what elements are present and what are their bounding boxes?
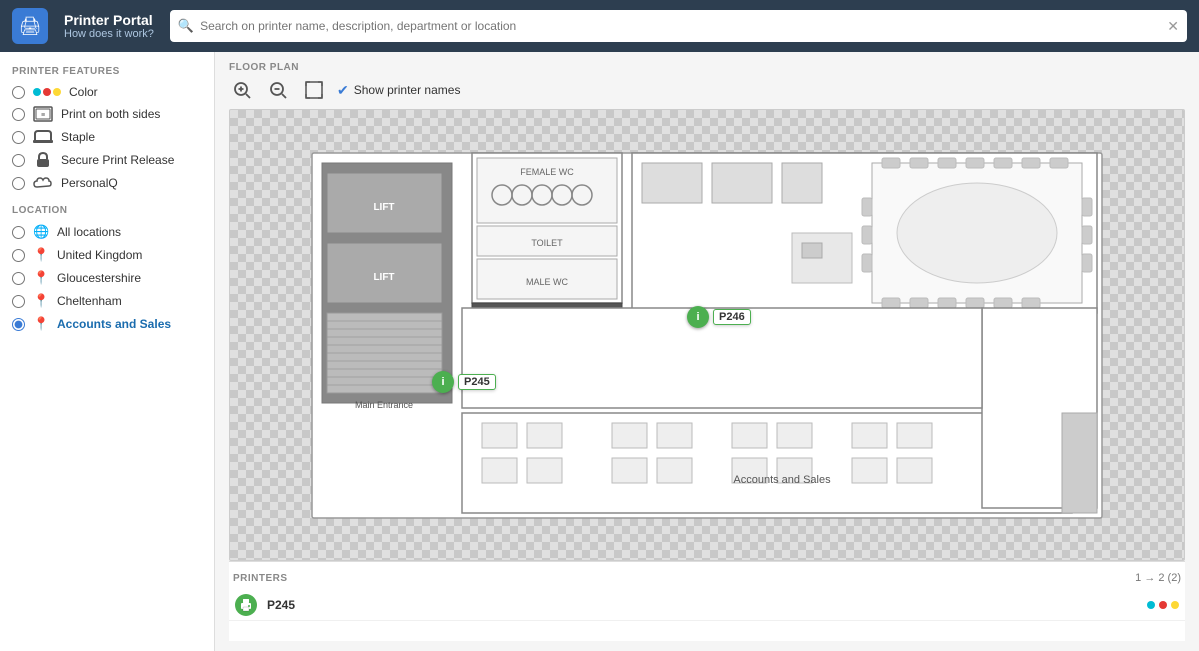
feature-staple-radio[interactable] bbox=[12, 131, 25, 144]
location-all-label: All locations bbox=[57, 225, 121, 239]
location-gloucestershire-label: Gloucestershire bbox=[57, 271, 141, 285]
staple-icon bbox=[33, 129, 53, 145]
location-all-radio[interactable] bbox=[12, 226, 25, 239]
svg-text:MALE WC: MALE WC bbox=[526, 277, 569, 287]
pin-filled-icon: 📍 bbox=[33, 316, 49, 332]
main-layout: PRINTER FEATURES Color ≡ Print on both s… bbox=[0, 52, 1199, 651]
dot-cyan bbox=[33, 88, 41, 96]
show-names-label: Show printer names bbox=[354, 83, 461, 97]
printer-row-p245[interactable]: P245 bbox=[229, 590, 1185, 621]
location-gloucestershire-radio[interactable] bbox=[12, 272, 25, 285]
feature-staple-label: Staple bbox=[61, 130, 95, 144]
show-names-toggle[interactable]: ✔ Show printer names bbox=[337, 82, 460, 99]
floorplan-label: FLOOR PLAN bbox=[229, 62, 1185, 73]
svg-text:Accounts and Sales: Accounts and Sales bbox=[733, 474, 831, 486]
globe-icon: 🌐 bbox=[33, 224, 49, 240]
location-uk[interactable]: 📍 United Kingdom bbox=[12, 247, 202, 263]
printers-count: 1 → 2 (2) bbox=[1135, 572, 1181, 584]
location-accounts[interactable]: 📍 Accounts and Sales bbox=[12, 316, 202, 332]
zoom-in-button[interactable] bbox=[229, 79, 255, 101]
svg-text:FEMALE WC: FEMALE WC bbox=[520, 167, 574, 177]
content-area: FLOOR PLAN bbox=[215, 52, 1199, 651]
printer-dot-red bbox=[1159, 601, 1167, 609]
svg-text:LIFT: LIFT bbox=[373, 202, 394, 213]
feature-secure[interactable]: Secure Print Release bbox=[12, 152, 202, 168]
printers-header: PRINTERS 1 → 2 (2) bbox=[229, 572, 1185, 590]
floorplan-container[interactable]: LIFT LIFT bbox=[229, 109, 1185, 561]
floorplan-svg-wrap: LIFT LIFT bbox=[302, 143, 1112, 528]
check-icon: ✔ bbox=[337, 82, 349, 99]
feature-staple[interactable]: Staple bbox=[12, 129, 202, 145]
location-cheltenham-radio[interactable] bbox=[12, 295, 25, 308]
feature-color[interactable]: Color bbox=[12, 85, 202, 99]
location-all[interactable]: 🌐 All locations bbox=[12, 224, 202, 240]
location-uk-radio[interactable] bbox=[12, 249, 25, 262]
pin-icon: 📍 bbox=[33, 247, 49, 263]
printer-marker-p246[interactable]: i P246 bbox=[687, 306, 751, 328]
printer-marker-p245[interactable]: i P245 bbox=[432, 371, 496, 393]
floorplan-outer: LIFT LIFT bbox=[230, 110, 1184, 560]
printers-label: PRINTERS bbox=[233, 573, 288, 584]
printer-marker-label-p246: P246 bbox=[713, 309, 751, 325]
feature-personalq[interactable]: PersonalQ bbox=[12, 175, 202, 191]
sidebar: PRINTER FEATURES Color ≡ Print on both s… bbox=[0, 52, 215, 651]
duplex-icon: ≡ bbox=[33, 106, 53, 122]
dot-yellow bbox=[53, 88, 61, 96]
printers-section: PRINTERS 1 → 2 (2) P245 bbox=[229, 561, 1185, 641]
pin-icon-3: 📍 bbox=[33, 293, 49, 309]
printer-marker-icon-p246: i bbox=[687, 306, 709, 328]
printer-marker-label-p245: P245 bbox=[458, 374, 496, 390]
location-cheltenham[interactable]: 📍 Cheltenham bbox=[12, 293, 202, 309]
pin-icon-2: 📍 bbox=[33, 270, 49, 286]
location-cheltenham-label: Cheltenham bbox=[57, 294, 122, 308]
feature-duplex-radio[interactable] bbox=[12, 108, 25, 121]
search-bar[interactable]: 🔍 ✕ bbox=[170, 10, 1187, 42]
svg-text:≡: ≡ bbox=[41, 112, 45, 119]
location-accounts-label: Accounts and Sales bbox=[57, 317, 171, 331]
printer-marker-icon-p245: i bbox=[432, 371, 454, 393]
zoom-out-button[interactable] bbox=[265, 79, 291, 101]
floorplan-svg: LIFT LIFT bbox=[302, 143, 1112, 528]
printer-name-p245: P245 bbox=[267, 598, 1137, 612]
feature-duplex[interactable]: ≡ Print on both sides bbox=[12, 106, 202, 122]
feature-color-radio[interactable] bbox=[12, 86, 25, 99]
svg-text:LIFT: LIFT bbox=[373, 272, 394, 283]
cloud-icon bbox=[33, 175, 53, 191]
feature-personalq-label: PersonalQ bbox=[61, 176, 118, 190]
app-logo: 🖨 bbox=[12, 8, 48, 44]
printer-dot-yellow bbox=[1171, 601, 1179, 609]
printers-list: P245 bbox=[229, 590, 1185, 621]
color-dots bbox=[33, 88, 61, 96]
fit-button[interactable] bbox=[301, 79, 327, 101]
app-subtitle: How does it work? bbox=[64, 28, 154, 40]
floorplan-toolbar: ✔ Show printer names bbox=[229, 79, 1185, 101]
printer-dot-cyan bbox=[1147, 601, 1155, 609]
feature-duplex-label: Print on both sides bbox=[61, 107, 160, 121]
app-title-block: Printer Portal How does it work? bbox=[64, 12, 154, 40]
features-label: PRINTER FEATURES bbox=[12, 66, 202, 77]
app-title: Printer Portal bbox=[64, 12, 154, 28]
lock-icon bbox=[33, 152, 53, 168]
location-label: LOCATION bbox=[12, 205, 202, 216]
feature-secure-label: Secure Print Release bbox=[61, 153, 174, 167]
search-icon: 🔍 bbox=[178, 18, 194, 34]
search-clear-icon[interactable]: ✕ bbox=[1167, 18, 1179, 35]
svg-text:TOILET: TOILET bbox=[531, 238, 563, 248]
location-uk-label: United Kingdom bbox=[57, 248, 142, 262]
dot-red bbox=[43, 88, 51, 96]
feature-secure-radio[interactable] bbox=[12, 154, 25, 167]
location-gloucestershire[interactable]: 📍 Gloucestershire bbox=[12, 270, 202, 286]
floorplan-section: FLOOR PLAN bbox=[229, 62, 1185, 561]
header: 🖨 Printer Portal How does it work? 🔍 ✕ bbox=[0, 0, 1199, 52]
printer-dots-p245 bbox=[1147, 601, 1179, 609]
location-accounts-radio[interactable] bbox=[12, 318, 25, 331]
svg-text:Main Entrance: Main Entrance bbox=[355, 400, 413, 410]
feature-personalq-radio[interactable] bbox=[12, 177, 25, 190]
printer-icon-p245 bbox=[235, 594, 257, 616]
search-input[interactable] bbox=[200, 19, 1161, 33]
feature-color-label: Color bbox=[69, 85, 98, 99]
